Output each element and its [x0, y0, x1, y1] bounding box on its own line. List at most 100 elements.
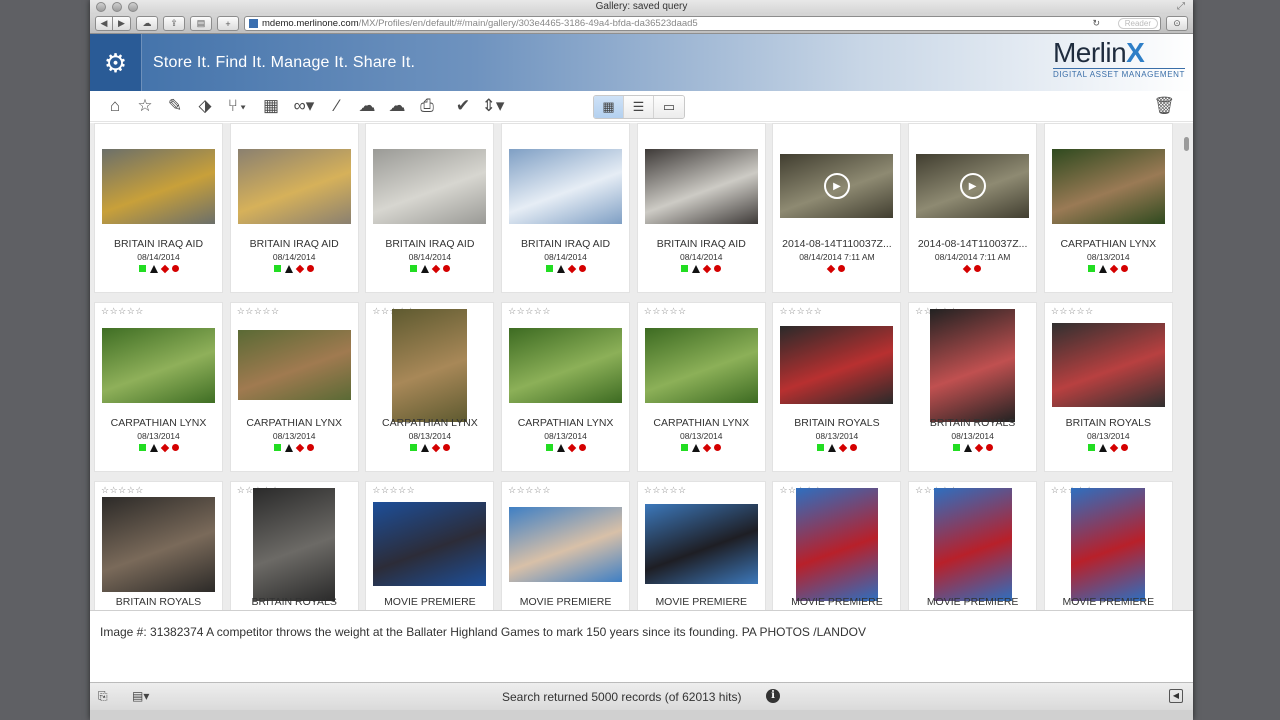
rating-stars[interactable]: ☆☆☆☆☆	[644, 306, 687, 317]
pencil-icon[interactable]: ✎	[162, 94, 188, 118]
black-triangle-icon	[556, 264, 565, 273]
gallery-card[interactable]: ☆☆☆☆☆MOVIE PREMIERE08/13/2014	[636, 481, 766, 610]
photo-thumbnail[interactable]	[509, 506, 623, 582]
sort-icon[interactable]: ⇕▾	[480, 94, 506, 118]
gallery-card[interactable]: ☆☆☆☆☆CARPATHIAN LYNX08/13/2014	[94, 302, 223, 472]
gallery-card[interactable]: BRITAIN IRAQ AID 08/14/2014	[229, 123, 359, 293]
minimize-window-button[interactable]	[112, 2, 122, 12]
photo-thumbnail[interactable]	[644, 327, 758, 403]
export-icon[interactable]: ⎘	[98, 689, 108, 704]
gallery-card[interactable]: 2014-08-14T110037Z... 08/14/2014 7:11 AM	[772, 123, 902, 293]
bookmarks-icon[interactable]: ▤	[190, 16, 212, 31]
gallery-card[interactable]: ☆☆☆☆☆BRITAIN ROYALS08/13/2014	[94, 481, 223, 610]
gallery-card[interactable]: ☆☆☆☆☆MOVIE PREMIERE08/13/2014	[1043, 481, 1173, 610]
gallery-card[interactable]: ☆☆☆☆☆CARPATHIAN LYNX08/13/2014	[365, 302, 495, 472]
settings-button[interactable]: ⚙	[90, 34, 142, 91]
photo-thumbnail[interactable]	[373, 502, 487, 586]
trash-icon[interactable]: 🗑	[1153, 96, 1175, 116]
info-icon[interactable]: i	[766, 689, 780, 703]
gallery-card[interactable]: ☆☆☆☆☆CARPATHIAN LYNX08/13/2014	[501, 302, 631, 472]
photo-thumbnail[interactable]	[392, 308, 468, 422]
star-icon[interactable]: ☆	[132, 94, 158, 118]
check-icon[interactable]: ✔	[450, 94, 476, 118]
photo-thumbnail[interactable]	[102, 148, 215, 224]
photo-thumbnail[interactable]	[644, 504, 758, 584]
photo-thumbnail[interactable]	[933, 487, 1012, 601]
print-icon[interactable]: ⎙	[414, 94, 440, 118]
gallery-card[interactable]: ☆☆☆☆☆BRITAIN ROYALS08/13/2014	[229, 481, 359, 610]
magic-wand-icon[interactable]: ⁄	[324, 94, 350, 118]
close-window-button[interactable]	[96, 2, 106, 12]
gallery-scrollbar[interactable]	[1184, 137, 1189, 151]
photo-thumbnail[interactable]	[253, 487, 336, 601]
gallery-card[interactable]: ☆☆☆☆☆MOVIE PREMIERE08/13/2014	[501, 481, 631, 610]
gallery-card[interactable]: ☆☆☆☆☆BRITAIN ROYALS08/13/2014	[908, 302, 1038, 472]
photo-thumbnail[interactable]	[1051, 323, 1165, 407]
calendar-icon[interactable]: ▦	[258, 94, 284, 118]
home-icon[interactable]: ⌂	[102, 94, 128, 118]
gallery-card[interactable]: BRITAIN IRAQ AID 08/14/2014	[94, 123, 223, 293]
tags-icon[interactable]: ⬗	[192, 94, 218, 118]
rating-stars[interactable]: ☆☆☆☆☆	[101, 485, 144, 496]
gallery-card[interactable]: ☆☆☆☆☆CARPATHIAN LYNX08/13/2014	[636, 302, 766, 472]
link-icon[interactable]: ∞▾	[288, 94, 320, 118]
photo-thumbnail[interactable]	[102, 327, 215, 403]
thumbnail-frame	[780, 138, 894, 234]
photo-thumbnail[interactable]	[795, 487, 878, 601]
menu-dropdown-icon[interactable]: ▤▾	[132, 689, 149, 703]
thumbnail-frame	[780, 487, 893, 601]
gallery-card[interactable]: ☆☆☆☆☆CARPATHIAN LYNX08/13/2014	[229, 302, 359, 472]
rating-stars[interactable]: ☆☆☆☆☆	[779, 306, 822, 317]
gallery-card[interactable]: ☆☆☆☆☆BRITAIN ROYALS08/13/2014	[772, 302, 902, 472]
new-tab-button[interactable]: +	[217, 16, 239, 31]
red-dot-icon	[849, 444, 857, 451]
video-thumbnail[interactable]	[916, 154, 1030, 218]
gallery-card[interactable]: ☆☆☆☆☆MOVIE PREMIERE08/13/2014	[365, 481, 495, 610]
back-button[interactable]: ◀	[95, 16, 113, 31]
photo-thumbnail[interactable]	[102, 496, 215, 592]
photo-thumbnail[interactable]	[780, 326, 894, 404]
fullscreen-icon[interactable]: ⤢	[1177, 0, 1185, 14]
photo-thumbnail[interactable]	[509, 327, 623, 403]
rating-stars[interactable]: ☆☆☆☆☆	[508, 306, 551, 317]
collapse-panel-icon[interactable]: ◀	[1169, 689, 1183, 703]
gallery-card[interactable]: CARPATHIAN LYNX 08/13/2014	[1043, 123, 1173, 293]
rating-stars[interactable]: ☆☆☆☆☆	[237, 306, 280, 317]
photo-thumbnail[interactable]	[509, 148, 623, 224]
gallery-card[interactable]: BRITAIN IRAQ AID 08/14/2014	[365, 123, 495, 293]
video-thumbnail[interactable]	[780, 154, 894, 218]
gallery-card[interactable]: BRITAIN IRAQ AID 08/14/2014	[636, 123, 766, 293]
cloud-upload-icon[interactable]: ☁	[384, 94, 410, 118]
photo-thumbnail[interactable]	[1071, 487, 1146, 601]
rating-stars[interactable]: ☆☆☆☆☆	[508, 485, 551, 496]
cloud-download-icon[interactable]: ☁	[354, 94, 380, 118]
photo-thumbnail[interactable]	[644, 148, 758, 224]
image-view-icon[interactable]: ▭	[654, 96, 684, 118]
card-title: BRITAIN ROYALS	[929, 417, 1016, 429]
rating-stars[interactable]: ☆☆☆☆☆	[1051, 306, 1094, 317]
rating-stars[interactable]: ☆☆☆☆☆	[372, 485, 415, 496]
reader-button[interactable]: Reader	[1117, 18, 1158, 29]
photo-thumbnail[interactable]	[237, 330, 351, 400]
zoom-window-button[interactable]	[128, 2, 138, 12]
list-view-icon[interactable]: ☰	[624, 96, 654, 118]
gallery-card[interactable]: 2014-08-14T110037Z... 08/14/2014 7:11 AM	[908, 123, 1038, 293]
download-icon[interactable]: ⊙	[1166, 16, 1188, 31]
photo-thumbnail[interactable]	[373, 148, 487, 224]
rating-stars[interactable]: ☆☆☆☆☆	[101, 306, 144, 317]
address-bar[interactable]: mdemo.merlinone.com/MX/Profiles/en/defau…	[244, 16, 1161, 31]
share-icon[interactable]: ⇪	[163, 16, 185, 31]
photo-thumbnail[interactable]	[1051, 148, 1165, 224]
forward-button[interactable]: ▶	[113, 16, 131, 31]
gallery-card[interactable]: ☆☆☆☆☆BRITAIN ROYALS08/13/2014	[1043, 302, 1173, 472]
gallery-card[interactable]: ☆☆☆☆☆MOVIE PREMIERE08/13/2014	[772, 481, 902, 610]
rating-stars[interactable]: ☆☆☆☆☆	[644, 485, 687, 496]
grid-view-icon[interactable]: ▦	[594, 96, 624, 118]
gallery-card[interactable]: ☆☆☆☆☆MOVIE PREMIERE08/13/2014	[908, 481, 1038, 610]
photo-thumbnail[interactable]	[237, 148, 351, 224]
reload-icon[interactable]: ↻	[1092, 18, 1100, 29]
gallery-card[interactable]: BRITAIN IRAQ AID 08/14/2014	[501, 123, 631, 293]
cloud-icon[interactable]: ☁	[136, 16, 158, 31]
photo-thumbnail[interactable]	[930, 308, 1016, 422]
branch-icon[interactable]: ⑂▾	[222, 94, 254, 118]
